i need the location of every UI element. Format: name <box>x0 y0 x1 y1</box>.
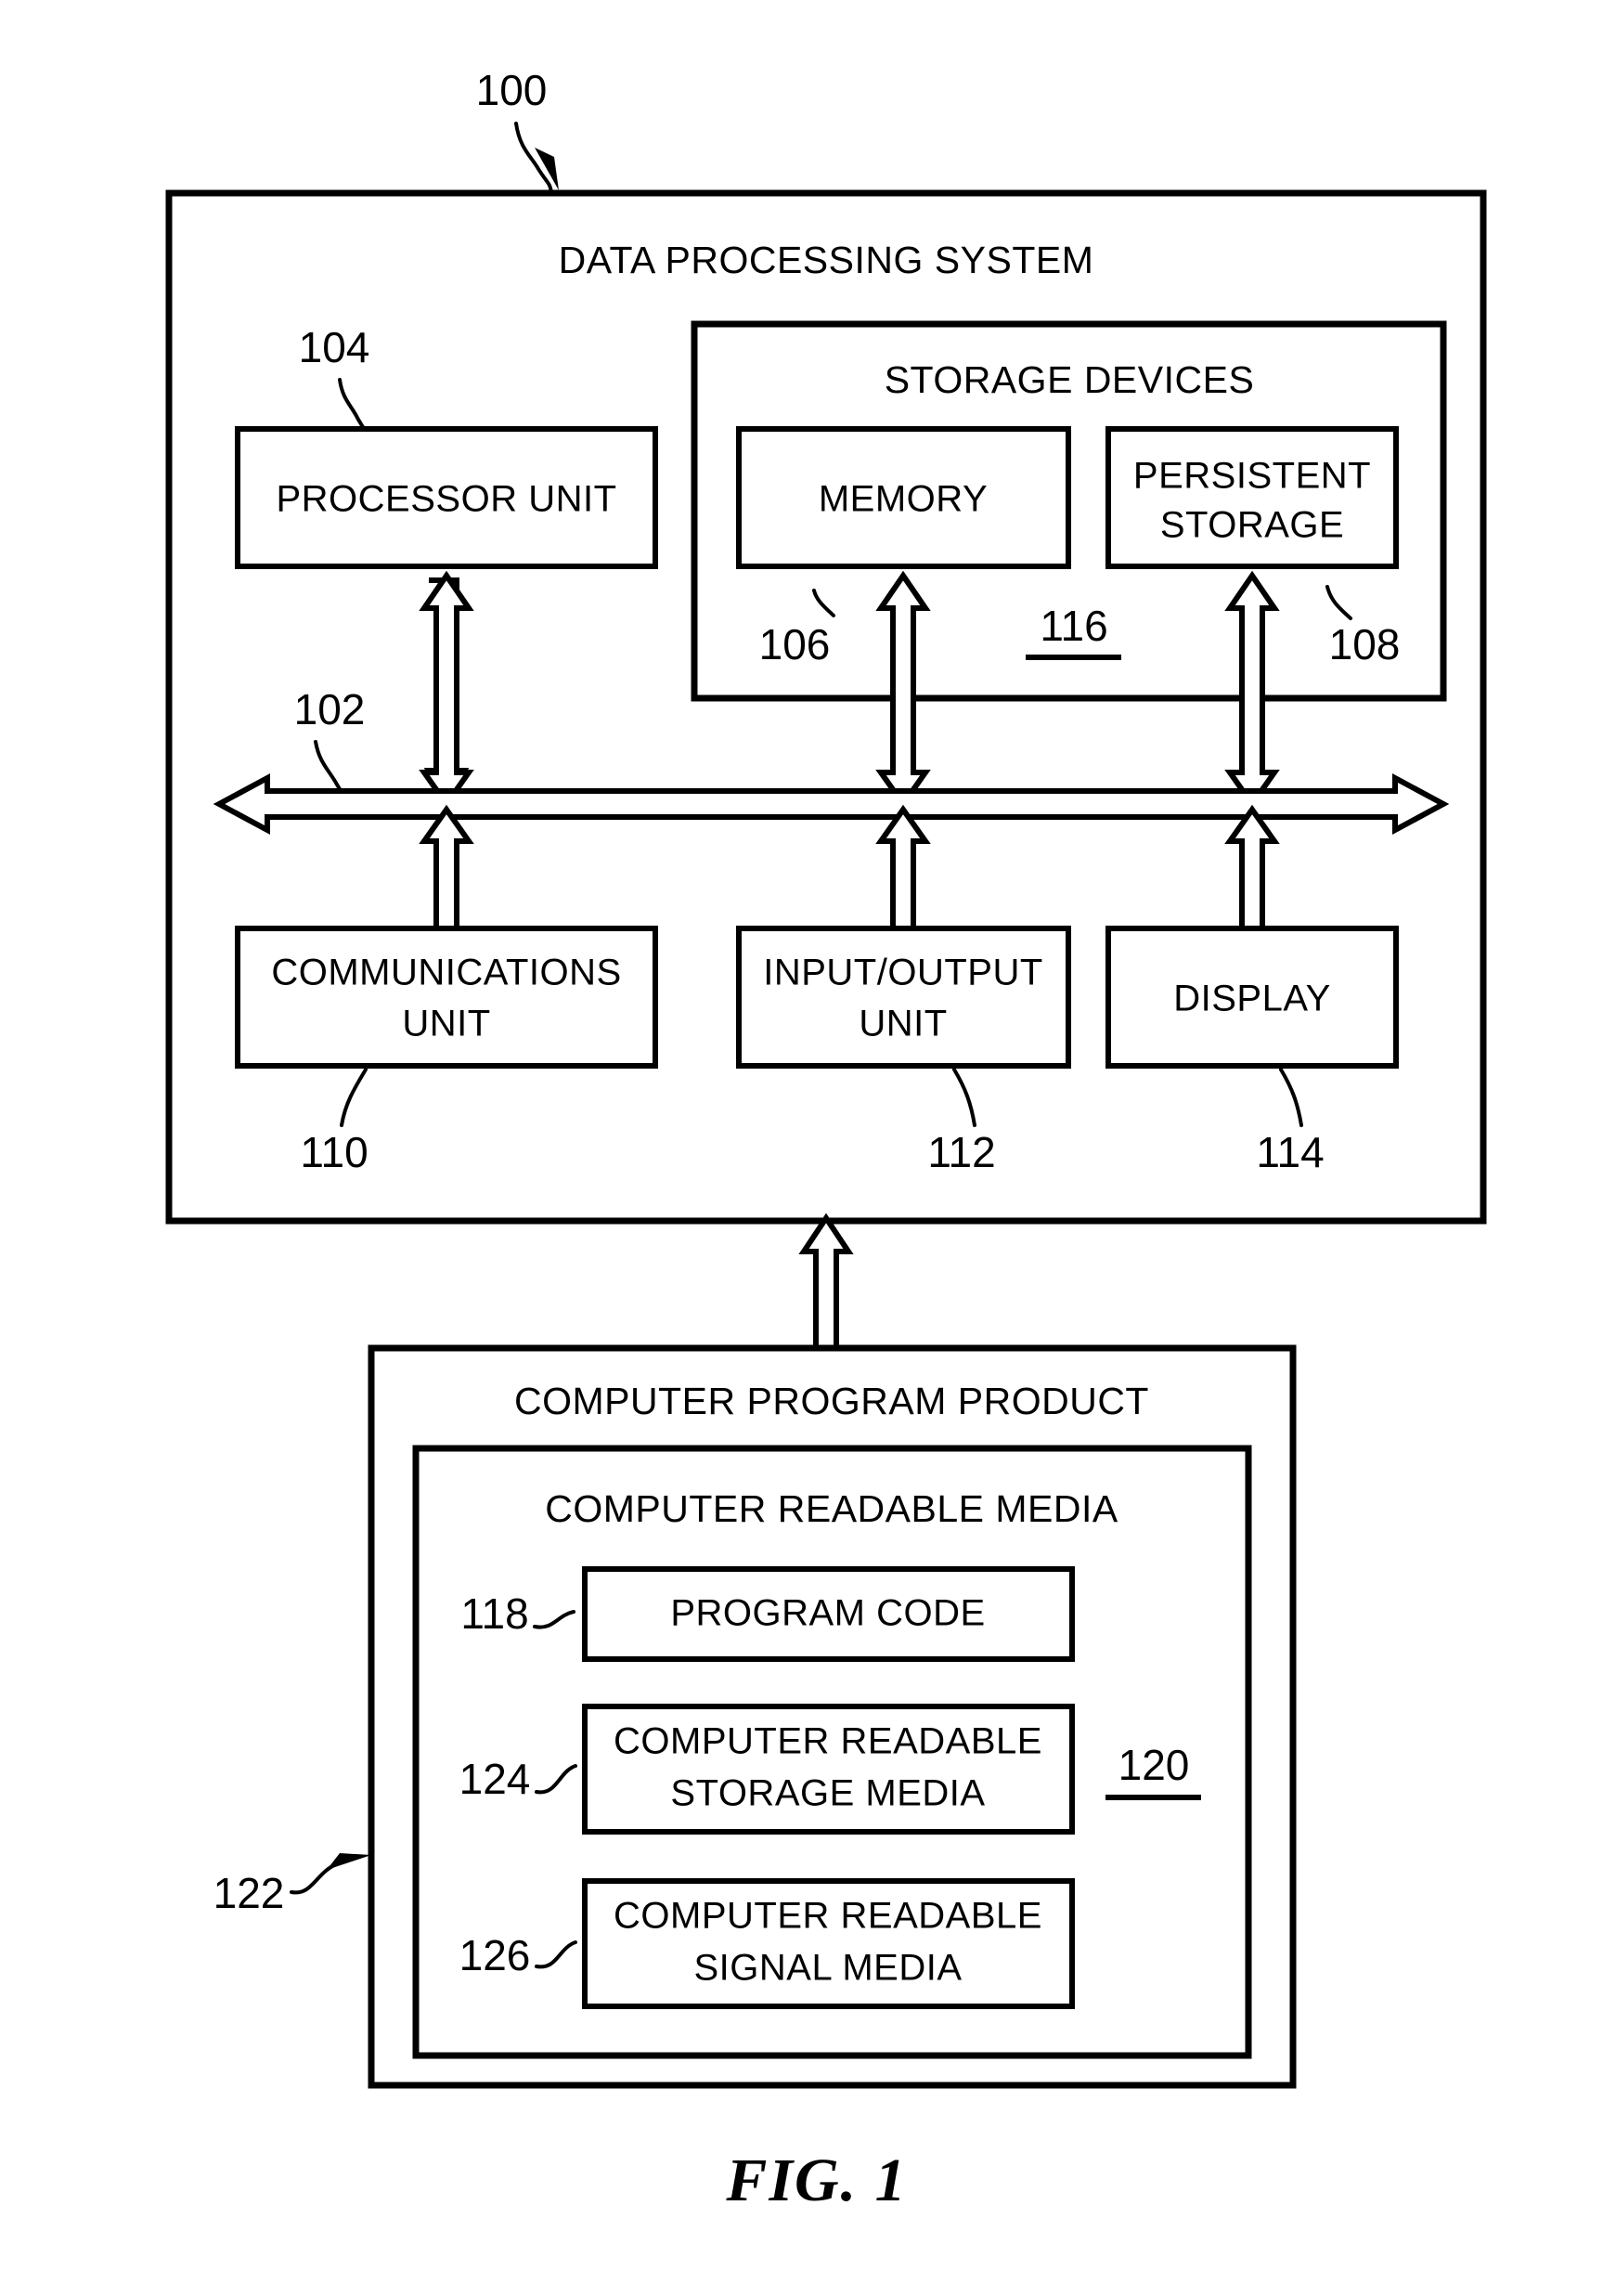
ref-126: 126 <box>459 1931 531 1979</box>
data-processing-system-title: DATA PROCESSING SYSTEM <box>559 239 1094 281</box>
ref-108: 108 <box>1329 620 1401 668</box>
ref-104: 104 <box>299 323 370 371</box>
ref-124: 124 <box>459 1755 531 1803</box>
computer-readable-media-title: COMPUTER READABLE MEDIA <box>545 1487 1118 1530</box>
persistent-storage-label-line2: STORAGE <box>1160 505 1344 546</box>
ref-122: 122 <box>213 1869 285 1917</box>
ref-114: 114 <box>1256 1128 1324 1176</box>
processor-unit-label: PROCESSOR UNIT <box>276 479 616 520</box>
memory-label: MEMORY <box>819 479 988 520</box>
ref-112: 112 <box>927 1128 995 1176</box>
crsig-label-line2: SIGNAL MEDIA <box>693 1948 962 1989</box>
input-output-unit-label-line1: INPUT/OUTPUT <box>763 953 1043 993</box>
patent-figure-page: 100 DATA PROCESSING SYSTEM 104 STORAGE D… <box>0 0 1616 2296</box>
ref-116: 116 <box>1040 602 1107 650</box>
input-output-unit-label-line2: UNIT <box>859 1004 947 1044</box>
storage-devices-title: STORAGE DEVICES <box>885 358 1255 401</box>
communications-unit-box <box>235 926 658 1069</box>
ref-110: 110 <box>300 1128 368 1176</box>
crsm-label-line1: COMPUTER READABLE <box>614 1721 1042 1762</box>
ref-118: 118 <box>460 1589 528 1638</box>
figure-caption: FIG. 1 <box>725 2147 907 2214</box>
communications-unit-label-line2: UNIT <box>402 1004 490 1044</box>
computer-program-product-title: COMPUTER PROGRAM PRODUCT <box>514 1380 1149 1422</box>
ref-120: 120 <box>1118 1741 1190 1789</box>
leader-arrowhead-122 <box>327 1853 371 1870</box>
crsm-label-line2: STORAGE MEDIA <box>670 1773 985 1814</box>
display-label: DISPLAY <box>1173 979 1331 1019</box>
crsig-label-line1: COMPUTER READABLE <box>614 1896 1042 1937</box>
input-output-unit-box <box>736 926 1071 1069</box>
persistent-storage-box <box>1105 426 1399 569</box>
communications-unit-label-line1: COMMUNICATIONS <box>271 953 621 993</box>
program-code-label: PROGRAM CODE <box>670 1593 985 1634</box>
ref-100: 100 <box>476 66 548 114</box>
arrow-program-product-to-system <box>798 1213 854 1351</box>
ref-102: 102 <box>294 685 366 733</box>
persistent-storage-label-line1: PERSISTENT <box>1133 456 1371 497</box>
ref-106: 106 <box>759 620 831 668</box>
figure-1-diagram: 100 DATA PROCESSING SYSTEM 104 STORAGE D… <box>165 66 1487 2214</box>
